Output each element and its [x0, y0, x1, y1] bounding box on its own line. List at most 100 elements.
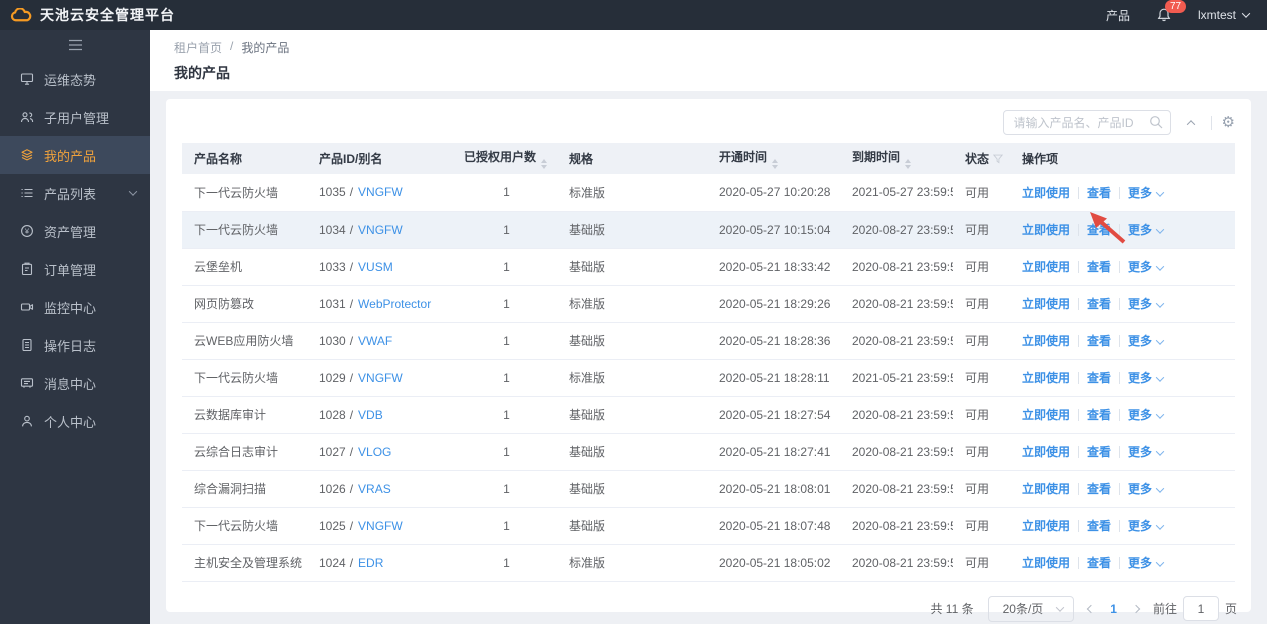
view-link[interactable]: 查看 — [1087, 445, 1111, 459]
product-alias-link[interactable]: EDR — [358, 556, 383, 570]
filter-icon[interactable] — [992, 154, 1004, 164]
use-now-link[interactable]: 立即使用 — [1022, 519, 1070, 533]
notification-bell[interactable]: 77 — [1156, 0, 1187, 23]
table-row: 综合漏洞扫描 1026/VRAS 1 基础版 2020-05-21 18:08:… — [182, 470, 1235, 508]
product-alias-link[interactable]: VDB — [358, 408, 383, 422]
product-alias-link[interactable]: VLOG — [358, 445, 391, 459]
sidebar-item-monitor-center[interactable]: 监控中心 — [0, 288, 150, 326]
sort-icon[interactable] — [772, 159, 779, 169]
sidebar-item-order-management[interactable]: 订单管理 — [0, 250, 150, 288]
table-row: 主机安全及管理系统 1024/EDR 1 标准版 2020-05-21 18:0… — [182, 544, 1235, 582]
more-link[interactable]: 更多 — [1128, 519, 1165, 533]
more-link[interactable]: 更多 — [1128, 297, 1165, 311]
chevron-down-icon — [128, 187, 138, 196]
view-link[interactable]: 查看 — [1087, 408, 1111, 422]
more-link[interactable]: 更多 — [1128, 371, 1165, 385]
more-link[interactable]: 更多 — [1128, 223, 1165, 237]
spec: 基础版 — [557, 433, 707, 471]
sidebar-item-operation-log[interactable]: 操作日志 — [0, 326, 150, 364]
sidebar-item-subuser-management[interactable]: 子用户管理 — [0, 98, 150, 136]
chevron-down-icon — [1155, 336, 1165, 345]
col-authorized-users[interactable]: 已授权用户数 — [452, 143, 557, 174]
use-now-link[interactable]: 立即使用 — [1022, 260, 1070, 274]
user-menu[interactable]: lxmtest — [1198, 8, 1251, 22]
goto-page-input[interactable] — [1182, 596, 1219, 621]
collapse-search-button[interactable] — [1181, 113, 1201, 133]
search-box — [1002, 110, 1171, 135]
chevron-down-icon — [1155, 225, 1165, 234]
sidebar-item-message-center[interactable]: 消息中心 — [0, 364, 150, 402]
more-link[interactable]: 更多 — [1128, 260, 1165, 274]
product-alias-link[interactable]: VWAF — [358, 334, 392, 348]
authorized-users: 1 — [452, 507, 557, 545]
use-now-link[interactable]: 立即使用 — [1022, 334, 1070, 348]
product-id-cell: 1024/EDR — [307, 544, 452, 582]
more-link[interactable]: 更多 — [1128, 408, 1165, 422]
more-link[interactable]: 更多 — [1128, 482, 1165, 496]
sidebar-collapse-button[interactable] — [0, 30, 150, 60]
sidebar-item-product-list[interactable]: 产品列表 — [0, 174, 150, 212]
more-link[interactable]: 更多 — [1128, 186, 1165, 200]
use-now-link[interactable]: 立即使用 — [1022, 371, 1070, 385]
camera-icon — [20, 303, 34, 311]
view-link[interactable]: 查看 — [1087, 223, 1111, 237]
person-icon — [22, 415, 32, 427]
open-time: 2020-05-27 10:15:04 — [707, 211, 840, 249]
authorized-users: 1 — [452, 359, 557, 397]
view-link[interactable]: 查看 — [1087, 482, 1111, 496]
table-row: 云堡垒机 1033/VUSM 1 基础版 2020-05-21 18:33:42… — [182, 248, 1235, 286]
sidebar-item-my-products[interactable]: 我的产品 — [0, 136, 150, 174]
product-alias-link[interactable]: VRAS — [358, 482, 391, 496]
view-link[interactable]: 查看 — [1087, 186, 1111, 200]
view-link[interactable]: 查看 — [1087, 519, 1111, 533]
view-link[interactable]: 查看 — [1087, 556, 1111, 570]
chevron-down-icon — [1155, 521, 1165, 530]
col-expire-time[interactable]: 到期时间 — [840, 143, 953, 174]
open-time: 2020-05-21 18:29:26 — [707, 285, 840, 323]
use-now-link[interactable]: 立即使用 — [1022, 186, 1070, 200]
prev-page-button[interactable] — [1087, 604, 1096, 613]
current-page[interactable]: 1 — [1108, 602, 1119, 616]
product-alias-link[interactable]: WebProtector — [358, 297, 431, 311]
breadcrumb-home[interactable]: 租户首页 — [174, 39, 222, 56]
col-status[interactable]: 状态 — [953, 143, 1010, 174]
more-link[interactable]: 更多 — [1128, 445, 1165, 459]
use-now-link[interactable]: 立即使用 — [1022, 445, 1070, 459]
product-alias-link[interactable]: VNGFW — [358, 185, 403, 199]
expire-time: 2020-08-21 23:59:59 — [840, 470, 953, 508]
page-size-select[interactable]: 20条/页 — [987, 595, 1075, 622]
sort-icon[interactable] — [541, 159, 548, 169]
use-now-link[interactable]: 立即使用 — [1022, 482, 1070, 496]
use-now-link[interactable]: 立即使用 — [1022, 297, 1070, 311]
product-alias-link[interactable]: VNGFW — [358, 223, 403, 237]
view-link[interactable]: 查看 — [1087, 371, 1111, 385]
search-icon[interactable] — [1149, 115, 1163, 129]
sidebar-item-personal-center[interactable]: 个人中心 — [0, 402, 150, 440]
product-alias-link[interactable]: VNGFW — [358, 519, 403, 533]
product-alias-link[interactable]: VNGFW — [358, 371, 403, 385]
search-input[interactable] — [1002, 110, 1171, 135]
use-now-link[interactable]: 立即使用 — [1022, 408, 1070, 422]
view-link[interactable]: 查看 — [1087, 260, 1111, 274]
more-link[interactable]: 更多 — [1128, 556, 1165, 570]
status: 可用 — [953, 211, 1010, 249]
expire-time: 2020-08-21 23:59:59 — [840, 544, 953, 582]
product-alias-link[interactable]: VUSM — [358, 260, 393, 274]
next-page-button[interactable] — [1131, 604, 1141, 613]
use-now-link[interactable]: 立即使用 — [1022, 556, 1070, 570]
col-open-time[interactable]: 开通时间 — [707, 143, 840, 174]
sidebar-item-asset-management[interactable]: ¥ 资产管理 — [0, 212, 150, 250]
sort-icon[interactable] — [905, 159, 912, 169]
view-link[interactable]: 查看 — [1087, 297, 1111, 311]
more-link[interactable]: 更多 — [1128, 334, 1165, 348]
hamburger-icon — [68, 39, 82, 51]
product-id-cell: 1029/VNGFW — [307, 359, 452, 397]
open-time: 2020-05-21 18:28:11 — [707, 359, 840, 397]
nav-products[interactable]: 产品 — [1106, 7, 1130, 24]
actions-cell: 立即使用 查看 更多 — [1010, 248, 1235, 286]
use-now-link[interactable]: 立即使用 — [1022, 223, 1070, 237]
gear-icon[interactable]: ⚙ — [1222, 115, 1235, 130]
sidebar-item-ops-situation[interactable]: 运维态势 — [0, 60, 150, 98]
view-link[interactable]: 查看 — [1087, 334, 1111, 348]
chevron-down-icon — [1155, 188, 1165, 197]
